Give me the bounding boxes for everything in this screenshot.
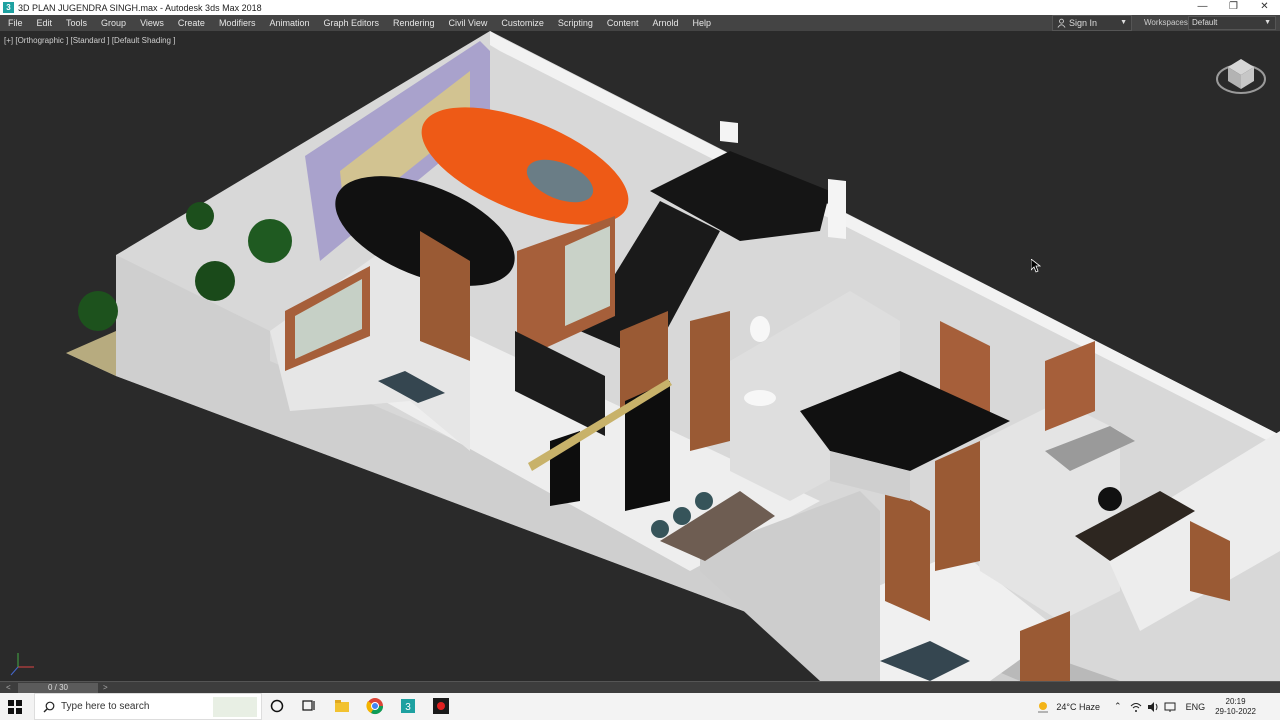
- taskbar-search-box[interactable]: Type here to search: [34, 693, 262, 720]
- chevron-down-icon: ▼: [1120, 19, 1127, 26]
- workspaces-label: Workspaces:: [1144, 18, 1191, 27]
- sign-in-label: Sign In: [1069, 18, 1098, 28]
- restore-button[interactable]: ❐: [1218, 0, 1249, 15]
- network-icon[interactable]: [1164, 701, 1176, 713]
- menu-graph-editors[interactable]: Graph Editors: [315, 15, 385, 31]
- title-bar: 3 3D PLAN JUGENDRA SINGH.max - Autodesk …: [0, 0, 1280, 15]
- menu-scripting[interactable]: Scripting: [550, 15, 599, 31]
- next-frame-button[interactable]: >: [103, 682, 108, 693]
- close-button[interactable]: ✕: [1249, 0, 1280, 15]
- plant: [78, 291, 118, 331]
- dining-chair: [651, 520, 669, 538]
- curtain: [625, 381, 670, 511]
- menu-create[interactable]: Create: [170, 15, 211, 31]
- menu-rendering[interactable]: Rendering: [385, 15, 441, 31]
- previous-frame-button[interactable]: <: [6, 682, 11, 693]
- plant: [195, 261, 235, 301]
- clock[interactable]: 20:19 29-10-2022: [1215, 697, 1256, 717]
- window-title: 3D PLAN JUGENDRA SINGH.max - Autodesk 3d…: [18, 2, 262, 13]
- menu-civil-view[interactable]: Civil View: [441, 15, 494, 31]
- stair-pillar: [720, 121, 738, 143]
- 3ds-max-icon[interactable]: 3: [399, 697, 417, 715]
- menu-help[interactable]: Help: [684, 15, 717, 31]
- windows-logo-icon: [8, 699, 22, 714]
- menu-modifiers[interactable]: Modifiers: [211, 15, 262, 31]
- svg-text:3: 3: [405, 702, 411, 713]
- weather-text[interactable]: 24°C Haze: [1056, 702, 1100, 712]
- chevron-down-icon: ▼: [1264, 19, 1271, 26]
- workspaces-value: Default: [1192, 18, 1218, 27]
- weather-haze-icon[interactable]: [1036, 700, 1050, 714]
- user-icon: [1057, 18, 1066, 28]
- system-tray: 24°C Haze ⌃ ENG 20:19 29-10-2022: [1036, 693, 1280, 720]
- axis-tripod-icon: [10, 653, 34, 676]
- chrome-icon[interactable]: [366, 697, 384, 715]
- menu-file[interactable]: File: [0, 15, 29, 31]
- windows-taskbar: Type here to search 3 24°C Haze ⌃ ENG 20…: [0, 693, 1280, 720]
- speaker-icon[interactable]: [1147, 701, 1159, 713]
- menu-animation[interactable]: Animation: [261, 15, 315, 31]
- viewport-label[interactable]: [+] [Orthographic ] [Standard ] [Default…: [4, 36, 175, 45]
- office-chair: [1098, 487, 1122, 511]
- menu-content[interactable]: Content: [599, 15, 645, 31]
- plant: [248, 219, 292, 263]
- wifi-icon[interactable]: [1130, 701, 1142, 713]
- door: [690, 311, 730, 451]
- menu-customize[interactable]: Customize: [493, 15, 550, 31]
- screen-recorder-icon[interactable]: [432, 697, 450, 715]
- cortana-icon[interactable]: [268, 697, 286, 715]
- perspective-viewport[interactable]: [+] [Orthographic ] [Standard ] [Default…: [0, 31, 1280, 681]
- file-explorer-icon[interactable]: [333, 697, 351, 715]
- menu-tools[interactable]: Tools: [58, 15, 93, 31]
- language-indicator[interactable]: ENG: [1186, 702, 1206, 712]
- search-placeholder: Type here to search: [61, 701, 150, 712]
- garden-bed: [66, 331, 116, 376]
- door: [935, 441, 980, 571]
- time-slider[interactable]: 0 / 30: [18, 683, 98, 693]
- search-highlight-icon: [213, 697, 257, 717]
- menu-views[interactable]: Views: [132, 15, 170, 31]
- house-3d-scene: [66, 31, 1280, 681]
- clock-date: 29-10-2022: [1215, 706, 1256, 716]
- workspaces-select[interactable]: Default ▼: [1188, 16, 1276, 30]
- stair-pillar: [828, 179, 846, 239]
- minimize-button[interactable]: —: [1187, 0, 1218, 15]
- sign-in-button[interactable]: Sign In ▼: [1052, 15, 1132, 31]
- dining-chair: [695, 492, 713, 510]
- menu-group[interactable]: Group: [93, 15, 132, 31]
- menu-edit[interactable]: Edit: [29, 15, 59, 31]
- mouse-cursor-icon: [1031, 259, 1041, 273]
- wash-basin: [744, 390, 776, 406]
- dining-chair: [673, 507, 691, 525]
- search-icon: [43, 701, 55, 712]
- app-icon: 3: [3, 2, 14, 13]
- task-view-icon[interactable]: [300, 697, 318, 715]
- view-cube-icon[interactable]: [1214, 51, 1268, 99]
- chevron-up-icon[interactable]: ⌃: [1114, 701, 1122, 712]
- time-slider-bar: < 0 / 30 >: [0, 681, 1280, 693]
- menu-arnold[interactable]: Arnold: [644, 15, 684, 31]
- toilet: [750, 316, 770, 342]
- start-button[interactable]: [0, 693, 30, 720]
- plant: [186, 202, 214, 230]
- clock-time: 20:19: [1225, 696, 1246, 706]
